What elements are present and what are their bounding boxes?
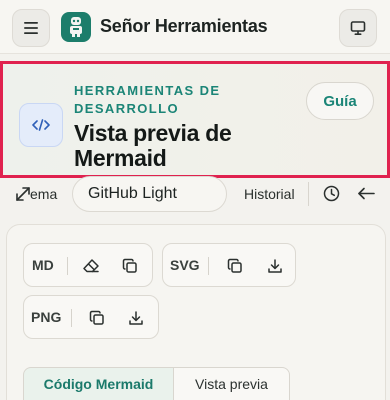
group-divider <box>208 257 209 275</box>
tab-preview[interactable]: Vista previa <box>173 367 290 400</box>
copy-md-button[interactable] <box>119 255 141 277</box>
download-icon <box>268 259 282 273</box>
download-icon <box>129 311 143 325</box>
png-export-group: PNG <box>23 295 159 339</box>
guide-button[interactable]: Guía <box>306 82 374 120</box>
eraser-icon <box>83 259 99 273</box>
arrow-left-icon[interactable] <box>356 185 376 202</box>
display-button[interactable] <box>339 9 377 47</box>
monitor-icon <box>350 21 366 35</box>
robot-logo-icon[interactable] <box>61 12 91 42</box>
svg-label: SVG <box>170 257 200 273</box>
tool-header: HERRAMIENTAS DE DESARROLLO Vista previa … <box>0 61 390 178</box>
clock-icon[interactable] <box>323 185 340 202</box>
download-png-button[interactable] <box>125 307 147 329</box>
copy-icon <box>89 310 104 325</box>
md-export-group: MD <box>23 243 153 287</box>
theme-select[interactable]: GitHub Light <box>72 176 227 212</box>
history-button[interactable]: Historial <box>244 186 295 202</box>
clear-md-button[interactable] <box>80 255 102 277</box>
menu-button[interactable] <box>12 9 50 47</box>
menu-icon <box>24 22 38 34</box>
png-label: PNG <box>31 309 62 325</box>
copy-svg-button[interactable] <box>224 255 246 277</box>
editor-panel: MD SVG PNG Código Mermaid Vista previa <box>6 224 386 400</box>
group-divider <box>71 309 72 327</box>
tool-category: HERRAMIENTAS DE DESARROLLO <box>74 83 221 116</box>
md-label: MD <box>32 257 54 273</box>
svg-export-group: SVG <box>162 243 296 287</box>
copy-icon <box>122 258 137 273</box>
top-bar: Señor Herramientas <box>0 0 390 54</box>
download-svg-button[interactable] <box>264 255 286 277</box>
app-title[interactable]: Señor Herramientas <box>100 16 268 37</box>
theme-label: ema <box>30 186 58 202</box>
tab-mermaid-code[interactable]: Código Mermaid <box>23 367 174 400</box>
copy-icon <box>227 258 242 273</box>
group-divider <box>67 257 68 275</box>
toolbar-divider <box>308 182 309 206</box>
code-icon <box>19 103 63 147</box>
page-title: Vista previa de Mermaid <box>74 120 232 171</box>
copy-png-button[interactable] <box>86 307 108 329</box>
